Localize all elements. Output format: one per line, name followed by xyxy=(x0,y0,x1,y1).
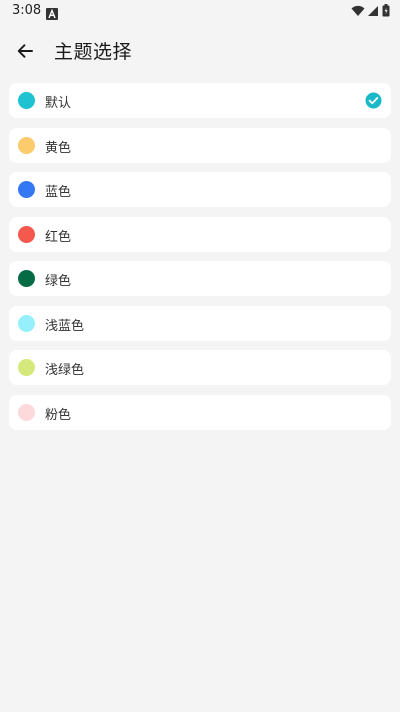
back-button[interactable] xyxy=(10,36,40,66)
status-time: 3:08 xyxy=(12,3,42,18)
a-icon xyxy=(46,5,58,20)
signal-icon xyxy=(368,5,379,17)
color-swatch xyxy=(18,403,35,421)
theme-label: 绿色 xyxy=(45,274,72,289)
color-swatch xyxy=(18,136,35,154)
status-bar: 3:08 xyxy=(0,0,400,24)
theme-option[interactable]: 浅绿色 xyxy=(9,350,391,385)
theme-option[interactable]: 绿色 xyxy=(9,261,391,296)
battery-icon xyxy=(382,4,390,17)
theme-label: 默认 xyxy=(45,96,72,111)
app-bar: 主题选择 xyxy=(0,24,400,76)
theme-option[interactable]: 浅蓝色 xyxy=(9,305,391,341)
color-swatch xyxy=(18,92,35,109)
theme-label: 浅蓝色 xyxy=(45,318,85,334)
page-title: 主题选择 xyxy=(54,41,133,63)
theme-list: 默认黄色蓝色红色绿色浅蓝色浅绿色粉色 xyxy=(9,83,391,439)
theme-label: 红色 xyxy=(45,229,72,245)
color-swatch xyxy=(18,270,35,287)
theme-option[interactable]: 蓝色 xyxy=(9,172,391,207)
theme-label: 粉色 xyxy=(45,407,72,423)
color-swatch xyxy=(18,225,35,243)
color-swatch xyxy=(18,314,35,332)
theme-option[interactable]: 红色 xyxy=(9,216,391,252)
color-swatch xyxy=(18,359,35,376)
check-circle-icon xyxy=(365,92,382,109)
arrow-left-icon xyxy=(17,44,33,58)
status-icons xyxy=(351,4,390,17)
theme-option[interactable]: 黄色 xyxy=(9,127,391,163)
theme-label: 黄色 xyxy=(45,140,72,156)
color-swatch xyxy=(18,181,35,198)
theme-label: 浅绿色 xyxy=(45,363,85,378)
theme-option[interactable]: 粉色 xyxy=(9,394,391,430)
theme-label: 蓝色 xyxy=(45,185,72,200)
wifi-icon xyxy=(351,5,365,17)
theme-option[interactable]: 默认 xyxy=(9,83,391,118)
